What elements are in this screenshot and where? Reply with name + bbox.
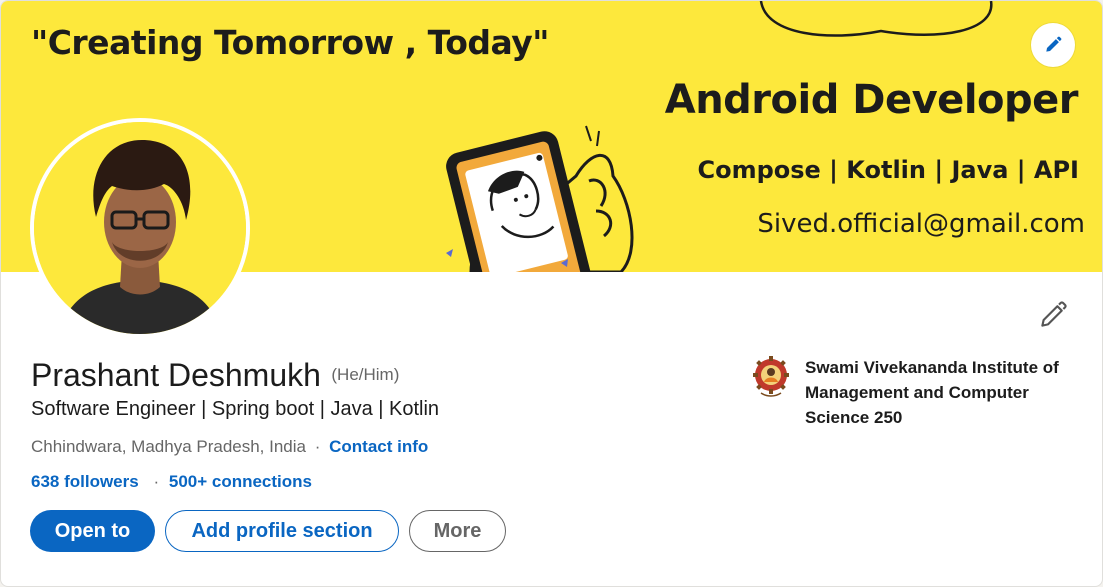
contact-info-link[interactable]: Contact info	[329, 437, 428, 456]
profile-card: "Creating Tomorrow , Today" Android Deve…	[0, 0, 1103, 587]
profile-headline: Software Engineer | Spring boot | Java |…	[31, 398, 440, 420]
education-name: Swami Vivekananda Institute of Managemen…	[805, 358, 1059, 427]
profile-photo[interactable]	[30, 118, 250, 338]
avatar-portrait	[34, 122, 246, 334]
open-to-button[interactable]: Open to	[30, 510, 155, 552]
profile-location: Chhindwara, Madhya Pradesh, India	[31, 437, 306, 456]
add-profile-section-button[interactable]: Add profile section	[165, 510, 399, 552]
separator-dot: ·	[314, 437, 321, 456]
more-button[interactable]: More	[409, 510, 506, 552]
name-row: Prashant Deshmukh (He/Him)	[31, 357, 399, 394]
banner-skills: Compose | Kotlin | Java | API	[697, 156, 1079, 184]
banner-email: Sived.official@gmail.com	[757, 209, 1085, 239]
banner-quote: "Creating Tomorrow , Today"	[31, 23, 549, 62]
edit-intro-button[interactable]	[1033, 295, 1073, 335]
pencil-icon	[1046, 36, 1062, 52]
banner-title: Android Developer	[664, 77, 1079, 123]
connections-link[interactable]: 500+ connections	[169, 472, 312, 491]
institute-logo-icon	[753, 356, 789, 397]
network-row: 638 followers · 500+ connections	[31, 472, 312, 492]
profile-actions: Open to Add profile section More	[30, 510, 506, 552]
profile-pronouns: (He/Him)	[331, 365, 400, 384]
separator-dot: ·	[153, 472, 160, 491]
followers-link[interactable]: 638 followers	[31, 472, 139, 491]
profile-name: Prashant Deshmukh	[31, 357, 321, 393]
avatar	[34, 122, 246, 334]
edit-cover-button[interactable]	[1031, 23, 1075, 67]
pencil-icon	[1041, 301, 1067, 327]
education-entry[interactable]: Swami Vivekananda Institute of Managemen…	[753, 355, 1075, 430]
location-row: Chhindwara, Madhya Pradesh, India · Cont…	[31, 437, 428, 457]
